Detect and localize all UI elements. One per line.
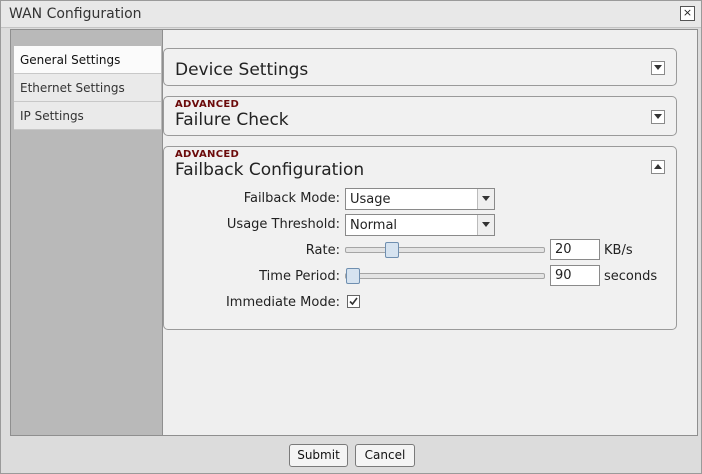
- sidebar-item-label: General Settings: [20, 53, 121, 67]
- rate-unit: KB/s: [604, 243, 633, 258]
- panel-title: Failure Check: [175, 110, 289, 130]
- time-period-label: Time Period:: [259, 269, 340, 284]
- sidebar-item-label: Ethernet Settings: [20, 81, 125, 95]
- collapse-toggle-failback[interactable]: [651, 160, 665, 174]
- expand-toggle-failure-check[interactable]: [651, 110, 665, 124]
- time-period-value: 90: [555, 268, 572, 283]
- expand-toggle-device-settings[interactable]: [651, 61, 665, 75]
- time-period-unit: seconds: [604, 269, 658, 284]
- checkmark-icon: [349, 297, 358, 306]
- dropdown-arrow: [477, 189, 494, 209]
- rate-value: 20: [555, 242, 572, 257]
- sidebar-item-ip-settings[interactable]: IP Settings: [14, 102, 161, 130]
- advanced-badge: ADVANCED: [175, 149, 240, 160]
- submit-button[interactable]: Submit: [289, 444, 348, 467]
- close-button[interactable]: ×: [680, 6, 695, 21]
- device-settings-panel: Device Settings: [163, 48, 677, 86]
- selected-value: Normal: [350, 218, 398, 233]
- immediate-mode-label: Immediate Mode:: [225, 295, 340, 310]
- failback-mode-label: Failback Mode:: [243, 191, 340, 206]
- rate-slider-thumb[interactable]: [385, 242, 400, 258]
- immediate-mode-checkbox[interactable]: [347, 295, 360, 308]
- panel-title: Device Settings: [175, 60, 309, 80]
- usage-threshold-label: Usage Threshold:: [226, 217, 340, 232]
- chevron-down-icon: [654, 114, 662, 119]
- close-icon: ×: [682, 6, 693, 19]
- time-period-slider-thumb[interactable]: [346, 268, 360, 284]
- usage-threshold-select[interactable]: Normal: [345, 214, 495, 236]
- chevron-down-icon: [482, 222, 490, 227]
- failback-configuration-panel: ADVANCED Failback Configuration Failback…: [163, 146, 677, 330]
- sidebar-item-label: IP Settings: [20, 109, 84, 123]
- rate-slider[interactable]: [345, 242, 545, 258]
- window-title: WAN Configuration: [9, 6, 142, 22]
- sidebar-item-general-settings[interactable]: General Settings: [14, 46, 161, 74]
- sidebar: General Settings Ethernet Settings IP Se…: [11, 30, 163, 435]
- sidebar-item-ethernet-settings[interactable]: Ethernet Settings: [14, 74, 161, 102]
- failback-mode-select[interactable]: Usage: [345, 188, 495, 210]
- dropdown-arrow: [477, 215, 494, 235]
- advanced-badge: ADVANCED: [175, 99, 240, 110]
- title-bar: WAN Configuration ×: [1, 1, 701, 28]
- time-period-input[interactable]: 90: [550, 265, 600, 286]
- panel-title: Failback Configuration: [175, 160, 365, 180]
- chevron-down-icon: [482, 196, 490, 201]
- cancel-button[interactable]: Cancel: [355, 444, 415, 467]
- chevron-down-icon: [654, 65, 662, 70]
- failure-check-panel: ADVANCED Failure Check: [163, 96, 677, 136]
- rate-label: Rate:: [305, 243, 340, 258]
- wan-configuration-dialog: WAN Configuration × General Settings Eth…: [0, 0, 702, 474]
- time-period-slider[interactable]: [345, 268, 545, 284]
- selected-value: Usage: [350, 192, 391, 207]
- rate-input[interactable]: 20: [550, 239, 600, 260]
- chevron-up-icon: [654, 164, 662, 169]
